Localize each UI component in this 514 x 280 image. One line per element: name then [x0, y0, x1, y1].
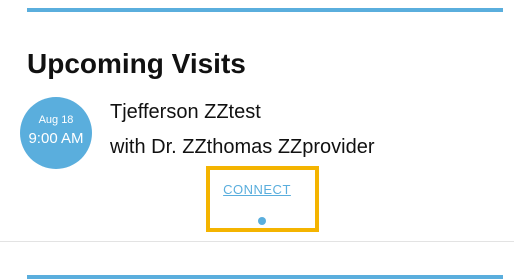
visit-card: Aug 18 9:00 AM Tjefferson ZZtest with Dr…	[0, 92, 514, 240]
upcoming-visits-screen: Upcoming Visits Aug 18 9:00 AM Tjefferso…	[0, 0, 514, 280]
date-badge: Aug 18 9:00 AM	[20, 97, 92, 169]
connect-button[interactable]: CONNECT	[0, 182, 514, 198]
patient-name: Tjefferson ZZtest	[110, 101, 261, 123]
provider-name: with Dr. ZZthomas ZZprovider	[110, 136, 375, 158]
top-accent-rule	[27, 8, 503, 12]
status-dot-icon	[258, 217, 266, 225]
visit-date: Aug 18	[38, 114, 74, 126]
bottom-accent-rule	[27, 275, 503, 279]
visit-time: 9:00 AM	[28, 130, 84, 147]
section-title: Upcoming Visits	[27, 48, 246, 79]
divider	[0, 241, 514, 242]
